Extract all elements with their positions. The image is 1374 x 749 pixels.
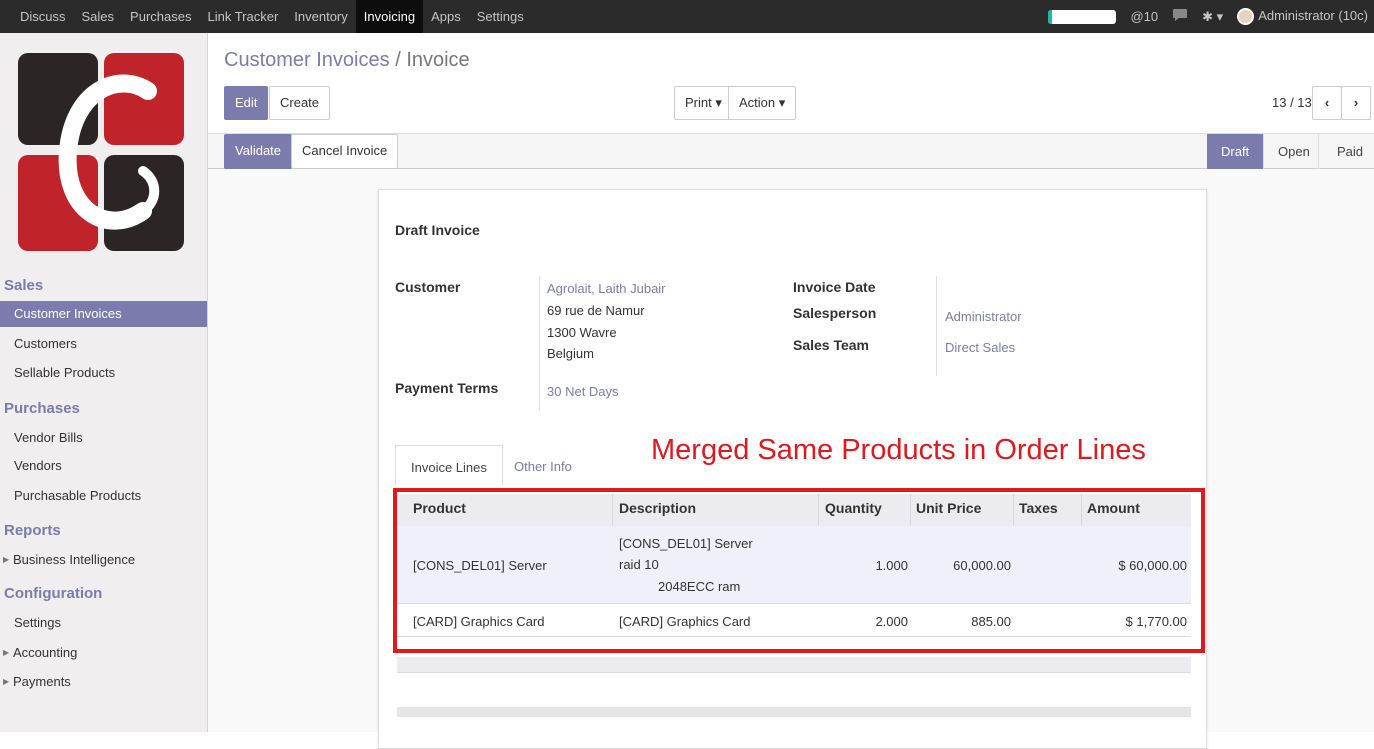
chat-icon[interactable] (1172, 8, 1188, 25)
bug-icon[interactable]: ✱ ▾ (1202, 9, 1223, 25)
payment-terms-field[interactable]: 30 Net Days (547, 384, 619, 399)
sidebar-item-label: Payments (13, 674, 71, 689)
field-divider (936, 276, 937, 376)
breadcrumb-separator: / (395, 49, 401, 71)
sidebar-section-sales: Sales (4, 277, 44, 294)
cancel-invoice-button[interactable]: Cancel Invoice (291, 134, 399, 169)
sidebar-item-payments[interactable]: ▶ Payments (0, 669, 207, 695)
sidebar-item-customers[interactable]: Customers (0, 331, 207, 357)
mentions-indicator[interactable]: @10 (1130, 9, 1158, 24)
sidebar-item-label: Business Intelligence (13, 552, 136, 567)
onboarding-progress-bar[interactable] (1048, 9, 1117, 24)
user-name: Administrator (10c) (1258, 7, 1368, 23)
menu-invoicing[interactable]: Invoicing (355, 0, 424, 33)
print-label: Print (685, 95, 712, 110)
highlight-box (393, 488, 1205, 653)
sidebar: Sales Customer Invoices Customers Sellab… (0, 33, 208, 732)
sales-team-field[interactable]: Direct Sales (945, 340, 1015, 355)
customer-label: Customer (395, 279, 461, 295)
sidebar-item-vendors[interactable]: Vendors (0, 453, 207, 479)
menu-discuss[interactable]: Discuss (12, 0, 74, 33)
menu-inventory[interactable]: Inventory (286, 0, 355, 33)
sidebar-section-configuration: Configuration (4, 585, 103, 602)
form-title: Draft Invoice (395, 222, 480, 238)
form-view: Draft Invoice Customer Agrolait, Laith J… (208, 169, 1374, 749)
salesperson-label: Salesperson (793, 305, 877, 321)
pager-value[interactable]: 13 / 13 (1272, 95, 1312, 110)
menu-sales[interactable]: Sales (74, 0, 123, 33)
salesperson-field[interactable]: Administrator (945, 309, 1022, 324)
systray: @10 ✱ ▾ Administrator (10c) (1048, 0, 1368, 33)
breadcrumb-current: Invoice (406, 49, 470, 71)
sidebar-item-customer-invoices[interactable]: Customer Invoices (0, 301, 207, 327)
edit-button[interactable]: Edit (224, 86, 269, 120)
chevron-left-icon[interactable]: ‹ (1312, 86, 1342, 120)
sidebar-item-sellable-products[interactable]: Sellable Products (0, 360, 207, 386)
caret-right-icon: ▶ (3, 555, 10, 564)
customer-street: 69 rue de Namur (547, 303, 645, 318)
breadcrumb: Customer Invoices / Invoice (224, 49, 470, 72)
sidebar-item-purchasable-products[interactable]: Purchasable Products (0, 483, 207, 509)
chevron-right-icon[interactable]: › (1341, 86, 1371, 120)
payment-terms-label: Payment Terms (395, 380, 499, 396)
stage-draft[interactable]: Draft (1207, 134, 1263, 169)
top-navbar: Discuss Sales Purchases Link Tracker Inv… (0, 0, 1374, 33)
caret-right-icon: ▶ (3, 648, 10, 657)
table-footer (397, 657, 1191, 673)
section-divider (397, 707, 1191, 717)
menu-link-tracker[interactable]: Link Tracker (199, 0, 286, 33)
action-button[interactable]: Action ▾ (728, 86, 797, 120)
tab-invoice-lines[interactable]: Invoice Lines (395, 445, 503, 485)
tab-other-info[interactable]: Other Info (499, 445, 587, 485)
stage-paid[interactable]: Paid (1318, 134, 1374, 169)
invoice-date-label: Invoice Date (793, 279, 876, 295)
sidebar-item-accounting[interactable]: ▶ Accounting (0, 640, 207, 666)
sidebar-section-reports: Reports (4, 522, 61, 539)
menu-purchases[interactable]: Purchases (122, 0, 199, 33)
stage-open[interactable]: Open (1263, 134, 1318, 169)
sidebar-item-business-intelligence[interactable]: ▶ Business Intelligence (0, 547, 207, 573)
annotation-text: Merged Same Products in Order Lines (651, 434, 1146, 466)
sidebar-item-label: Accounting (13, 645, 78, 660)
sales-team-label: Sales Team (793, 337, 870, 353)
sidebar-section-purchases: Purchases (4, 400, 80, 417)
menu-settings[interactable]: Settings (469, 0, 532, 33)
caret-right-icon: ▶ (3, 677, 10, 686)
user-menu[interactable]: Administrator (10c) (1237, 7, 1368, 26)
action-label: Action (739, 95, 776, 110)
customer-link[interactable]: Agrolait, Laith Jubair (547, 281, 666, 296)
status-bar: Validate Cancel Invoice Draft Open Paid (208, 133, 1374, 169)
app-menu: Discuss Sales Purchases Link Tracker Inv… (12, 0, 532, 33)
avatar (1237, 8, 1255, 26)
customer-country: Belgium (547, 346, 594, 361)
breadcrumb-parent[interactable]: Customer Invoices (224, 49, 390, 71)
field-divider (539, 276, 540, 410)
create-button[interactable]: Create (269, 86, 331, 120)
company-logo (18, 51, 188, 256)
sidebar-item-settings[interactable]: Settings (0, 610, 207, 636)
form-sheet: Draft Invoice Customer Agrolait, Laith J… (378, 189, 1207, 749)
menu-apps[interactable]: Apps (423, 0, 469, 33)
sidebar-item-vendor-bills[interactable]: Vendor Bills (0, 425, 207, 451)
customer-city: 1300 Wavre (547, 325, 617, 340)
print-button[interactable]: Print ▾ (674, 86, 733, 120)
validate-button[interactable]: Validate (224, 134, 293, 169)
